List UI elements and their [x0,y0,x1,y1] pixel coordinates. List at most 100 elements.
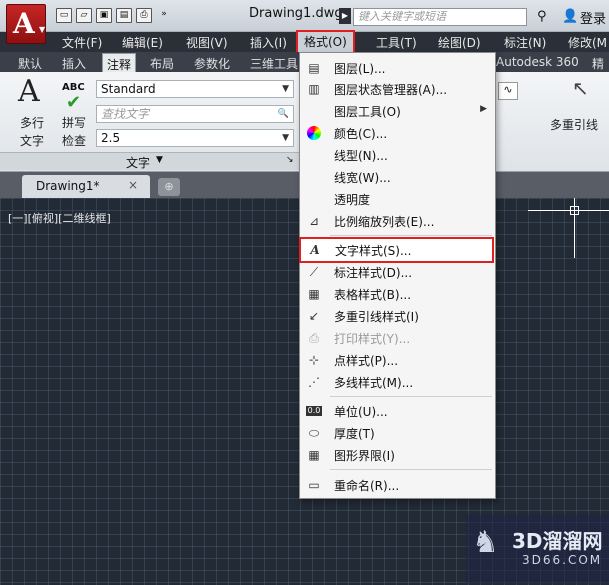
find-text-input[interactable]: 查找文字 🔍 [96,105,294,123]
menu-item-label: 线宽(W)... [334,171,391,185]
menu-item-rename[interactable]: ▭ 重命名(R)... [300,474,495,496]
menu-item-label: 图层(L)... [334,62,386,76]
dialog-launcher-icon[interactable]: ↘ [286,155,294,165]
menu-item-layer[interactable]: ▤ 图层(L)... [300,57,495,79]
menu-modify[interactable]: 修改(M [568,34,607,51]
text-height-value: 2.5 [101,131,121,145]
quick-access-toolbar: ▭ ▱ ▣ ▤ ⎙ » [56,8,172,23]
application-menu-button[interactable]: A ▼ [6,4,46,44]
menu-separator [330,396,492,397]
caret-down-icon: ▼ [39,25,46,34]
menu-bar: 文件(F) 编辑(E) 视图(V) 插入(I) 格式(O) 工具(T) 绘图(D… [0,30,609,54]
thickness-icon: ⬭ [308,426,320,440]
menu-edit[interactable]: 编辑(E) [122,34,163,51]
user-icon[interactable]: 👤 [562,9,578,24]
menu-item-color[interactable]: 颜色(C)... [300,122,495,144]
menu-item-label: 比例缩放列表(E)... [334,215,435,229]
find-text-placeholder: 查找文字 [101,107,150,121]
point-style-icon: ⊹ [308,353,320,367]
tab-default[interactable]: 默认 [18,55,42,72]
submenu-arrow-icon: ▶ [480,104,487,114]
menu-draw[interactable]: 绘图(D) [438,34,481,51]
menu-item-dim-style[interactable]: ⟋ 标注样式(D)... [300,261,495,283]
menu-item-transparency[interactable]: 透明度 [300,188,495,210]
tab-autodesk-360[interactable]: Autodesk 360 [496,55,579,69]
text-style-icon: A [310,243,320,257]
menu-item-label: 标注样式(D)... [334,266,413,280]
tab-3d-tools[interactable]: 三维工具 [250,55,298,72]
text-style-value: Standard [101,82,156,96]
menu-item-label: 单位(U)... [334,405,388,419]
document-tab[interactable]: Drawing1* × [22,175,150,198]
menu-view[interactable]: 视图(V) [186,34,228,51]
menu-tools[interactable]: 工具(T) [376,34,417,51]
color-icon [307,126,321,140]
text-height-combo[interactable]: 2.5 ▼ [96,129,294,147]
tab-layout[interactable]: 布局 [150,55,174,72]
text-panel-title[interactable]: 文字 ▼ ↘ [0,152,300,170]
menu-item-text-style[interactable]: A 文字样式(S)... [299,237,494,263]
open-file-icon[interactable]: ▱ [76,8,92,23]
menu-format[interactable]: 格式(O) [296,30,355,54]
title-dropdown-icon[interactable]: ▶ [339,8,351,24]
viewport-controls[interactable]: [一][俯视][二维线框] [8,210,111,226]
menu-item-thickness[interactable]: ⬭ 厚度(T) [300,422,495,444]
title-bar: A ▼ ▭ ▱ ▣ ▤ ⎙ » Drawing1.dwg ▶ 键入关键字或短语 … [0,0,609,44]
rename-icon: ▭ [308,478,320,492]
menu-item-scale-list[interactable]: ⊿ 比例缩放列表(E)... [300,210,495,232]
text-style-combo[interactable]: Standard ▼ [96,80,294,98]
close-icon[interactable]: × [128,178,138,192]
deer-logo-icon: ♞ [472,525,499,560]
menu-item-label: 图形界限(I) [334,449,395,463]
menu-item-label: 表格样式(B)... [334,288,412,302]
menu-item-units[interactable]: 0.0 单位(U)... [300,400,495,422]
find-icon[interactable]: 🔍 [278,106,289,122]
new-file-icon[interactable]: ▭ [56,8,72,23]
spell-label2: 检查 [62,134,87,148]
menu-item-label: 透明度 [334,193,371,207]
crosshair-horizontal [528,210,609,211]
print-icon[interactable]: ⎙ [136,8,152,23]
layer-icon: ▤ [308,61,320,75]
login-button[interactable]: 登录 [580,8,606,27]
menu-item-point-style[interactable]: ⊹ 点样式(P)... [300,349,495,371]
menu-item-drawing-limits[interactable]: ▦ 图形界限(I) [300,444,495,466]
menu-item-mleader-style[interactable]: ↙ 多重引线样式(I) [300,305,495,327]
tab-parametric[interactable]: 参数化 [194,55,230,72]
leader-tool-icon[interactable]: ∿ [498,82,518,100]
menu-item-label: 图层工具(O) [334,105,401,119]
search-input[interactable]: 键入关键字或短语 [353,8,527,26]
table-style-icon: ▦ [308,287,320,301]
menu-insert[interactable]: 插入(I) [250,34,287,51]
binoculars-icon[interactable]: ⚲ [537,9,547,24]
menu-item-label: 颜色(C)... [334,127,388,141]
tab-annotate[interactable]: 注释 [102,53,137,72]
menu-item-label: 打印样式(Y)... [334,332,411,346]
save-as-icon[interactable]: ▤ [116,8,132,23]
menu-separator [330,469,492,470]
menu-item-mline-style[interactable]: ⋰ 多线样式(M)... [300,371,495,393]
document-title: Drawing1.dwg [249,6,343,21]
menu-dimension[interactable]: 标注(N) [504,34,546,51]
document-tab-label: Drawing1* [36,179,100,193]
more-tools-icon[interactable]: » [156,8,172,23]
menu-item-linetype[interactable]: 线型(N)... [300,144,495,166]
new-tab-button[interactable]: ⊕ [158,178,180,196]
save-icon[interactable]: ▣ [96,8,112,23]
watermark-brand: 3D溜溜网 [512,529,603,553]
scale-list-icon: ⊿ [308,214,320,228]
multiline-text-icon: A [18,74,40,109]
mleader-label[interactable]: 多重引线 [550,116,598,133]
menu-item-table-style[interactable]: ▦ 表格样式(B)... [300,283,495,305]
mleader-icon: ↖ [572,76,589,100]
menu-item-label: 重命名(R)... [334,479,400,493]
multiline-text-label: 多行 [20,116,45,130]
tab-insert[interactable]: 插入 [62,55,86,72]
menu-file[interactable]: 文件(F) [62,34,102,51]
mline-style-icon: ⋰ [308,375,320,389]
menu-item-layer-tools[interactable]: 图层工具(O) ▶ [300,100,495,122]
menu-item-layer-state[interactable]: ▥ 图层状态管理器(A)... [300,78,495,100]
menu-item-label: 点样式(P)... [334,354,399,368]
dim-style-icon: ⟋ [309,265,319,279]
menu-item-lineweight[interactable]: 线宽(W)... [300,166,495,188]
